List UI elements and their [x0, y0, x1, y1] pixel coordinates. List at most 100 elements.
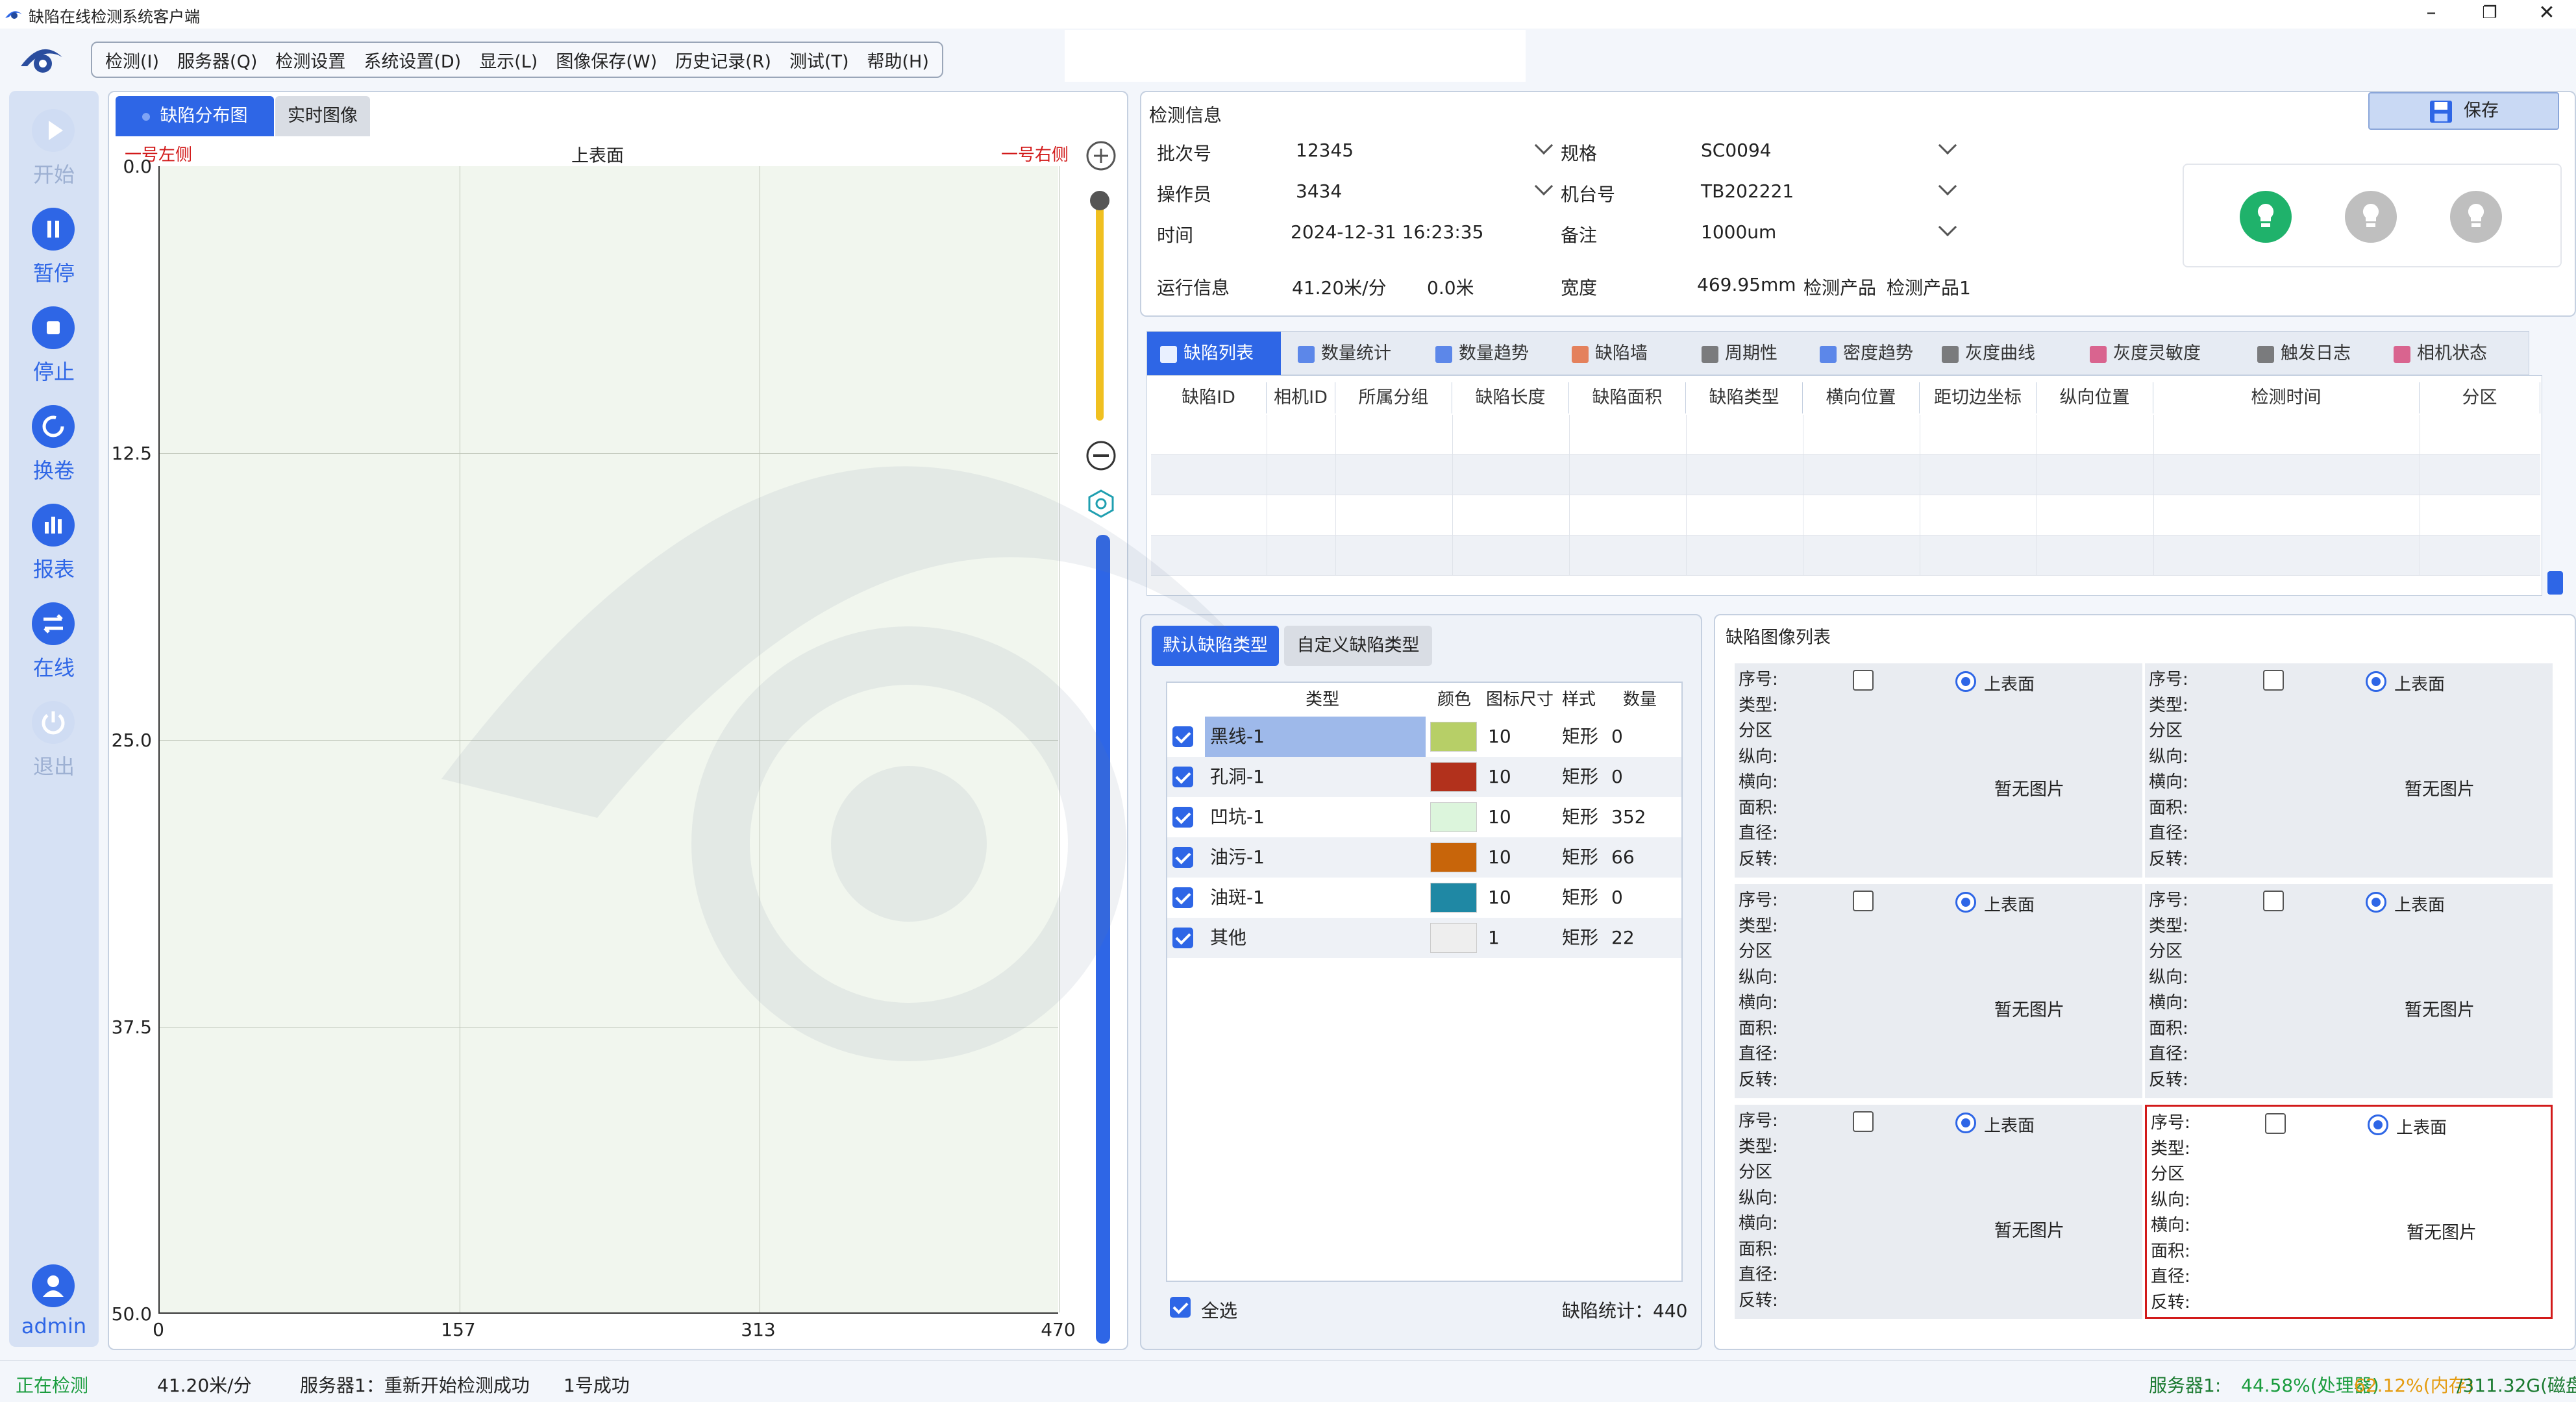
- table-header-9[interactable]: 检测时间: [2153, 382, 2420, 413]
- table-row[interactable]: [1151, 535, 2540, 576]
- menu-display[interactable]: 显示(L): [470, 47, 547, 73]
- table-header-1[interactable]: 相机ID: [1267, 382, 1335, 413]
- table-scrollbar[interactable]: [2547, 571, 2563, 595]
- card-checkbox[interactable]: [1853, 1111, 1874, 1132]
- nav-start-button[interactable]: 开始: [9, 104, 99, 195]
- reset-view-icon[interactable]: [1084, 487, 1118, 521]
- table-header-0[interactable]: 缺陷ID: [1151, 382, 1267, 413]
- tab-camera-status[interactable]: 相机状态: [2381, 332, 2517, 376]
- surface-radio[interactable]: [2366, 671, 2386, 692]
- menu-detect[interactable]: 检测(I): [96, 47, 168, 73]
- type-row[interactable]: 黑线-1 10 矩形 0: [1167, 717, 1681, 757]
- tab-default-types[interactable]: 默认缺陷类型: [1152, 626, 1279, 666]
- menu-image-save[interactable]: 图像保存(W): [547, 47, 666, 73]
- menu-test[interactable]: 测试(T): [780, 47, 858, 73]
- card-checkbox[interactable]: [1853, 670, 1874, 691]
- card-checkbox[interactable]: [2263, 891, 2284, 911]
- table-header-5[interactable]: 缺陷类型: [1686, 382, 1803, 413]
- tab-periodicity[interactable]: 周期性: [1689, 332, 1803, 376]
- machine-value[interactable]: TB202221: [1701, 180, 1794, 202]
- card-checkbox[interactable]: [2263, 670, 2284, 691]
- menu-server[interactable]: 服务器(Q): [168, 47, 266, 73]
- type-row[interactable]: 凹坑-1 10 矩形 352: [1167, 797, 1681, 837]
- table-header-3[interactable]: 缺陷长度: [1452, 382, 1569, 413]
- card-checkbox[interactable]: [2265, 1113, 2286, 1134]
- row-checkbox[interactable]: [1172, 887, 1193, 908]
- table-header-4[interactable]: 缺陷面积: [1569, 382, 1686, 413]
- row-checkbox[interactable]: [1172, 767, 1193, 787]
- defect-list-table[interactable]: 缺陷ID 相机ID 所属分组 缺陷长度 缺陷面积 缺陷类型 横向位置 距切边坐标 纵向位置 检测时…: [1146, 375, 2542, 596]
- remark-value[interactable]: 1000um: [1701, 221, 1776, 243]
- batch-value[interactable]: 12345: [1296, 140, 1354, 161]
- vertical-scrollbar[interactable]: [1096, 535, 1110, 1344]
- type-col-header[interactable]: 数量: [1600, 683, 1680, 717]
- row-checkbox[interactable]: [1172, 726, 1193, 747]
- nav-pause-button[interactable]: 暂停: [9, 203, 99, 293]
- type-col-header[interactable]: 颜色: [1427, 683, 1481, 717]
- zoom-slider-handle[interactable]: [1090, 191, 1109, 210]
- tab-trigger-log[interactable]: 触发日志: [2244, 332, 2377, 376]
- table-row[interactable]: [1151, 455, 2540, 495]
- color-swatch[interactable]: [1430, 842, 1477, 872]
- type-col-header[interactable]: 样式: [1558, 683, 1600, 717]
- defect-distribution-chart[interactable]: [158, 166, 1060, 1314]
- table-header-2[interactable]: 所属分组: [1335, 382, 1452, 413]
- menu-history[interactable]: 历史记录(R): [666, 47, 780, 73]
- table-header-8[interactable]: 纵向位置: [2037, 382, 2153, 413]
- menu-system-settings[interactable]: 系统设置(D): [354, 47, 470, 73]
- type-col-header[interactable]: 类型: [1206, 683, 1439, 717]
- user-profile[interactable]: admin: [9, 1259, 99, 1350]
- color-swatch[interactable]: [1430, 883, 1477, 913]
- defect-image-card[interactable]: 序号: 类型: 分区 纵向: 横向: 面积: 直径: 反转: 上表面 暂无图片: [2145, 663, 2553, 878]
- table-row[interactable]: [1151, 495, 2540, 535]
- color-swatch[interactable]: [1430, 923, 1477, 953]
- tab-gray-sensitivity[interactable]: 灰度灵敏度: [2077, 332, 2240, 376]
- tab-density-trend[interactable]: 密度趋势: [1807, 332, 1925, 376]
- surface-radio[interactable]: [1955, 1113, 1976, 1133]
- defect-image-card[interactable]: 序号: 类型: 分区 纵向: 横向: 面积: 直径: 反转: 上表面 暂无图片: [1735, 663, 2142, 878]
- nav-exit-button[interactable]: 退出: [9, 696, 99, 787]
- table-header-10[interactable]: 分区: [2420, 382, 2540, 413]
- nav-online-button[interactable]: 在线: [9, 597, 99, 688]
- defect-image-card[interactable]: 序号: 类型: 分区 纵向: 横向: 面积: 直径: 反转: 上表面 暂无图片: [1735, 1105, 2142, 1319]
- menu-detect-settings[interactable]: 检测设置: [266, 47, 354, 73]
- type-row[interactable]: 油污-1 10 矩形 66: [1167, 837, 1681, 878]
- defect-image-card[interactable]: 序号: 类型: 分区 纵向: 横向: 面积: 直径: 反转: 上表面 暂无图片: [1735, 884, 2142, 1098]
- defect-image-card[interactable]: 序号: 类型: 分区 纵向: 横向: 面积: 直径: 反转: 上表面 暂无图片: [2145, 884, 2553, 1098]
- select-all-checkbox[interactable]: [1170, 1297, 1191, 1318]
- tab-count-stats[interactable]: 数量统计: [1285, 332, 1418, 376]
- zoom-slider-track[interactable]: [1096, 196, 1104, 421]
- minimize-icon[interactable]: –: [2402, 0, 2460, 29]
- table-header-6[interactable]: 横向位置: [1803, 382, 1920, 413]
- nav-stop-button[interactable]: 停止: [9, 301, 99, 392]
- color-swatch[interactable]: [1430, 722, 1477, 752]
- surface-radio[interactable]: [2368, 1114, 2388, 1135]
- restore-icon[interactable]: ❐: [2460, 0, 2519, 29]
- card-checkbox[interactable]: [1853, 891, 1874, 911]
- nav-report-button[interactable]: 报表: [9, 498, 99, 589]
- tab-realtime-image[interactable]: 实时图像: [275, 96, 370, 136]
- type-col-header[interactable]: 图标尺寸: [1481, 683, 1558, 717]
- type-row[interactable]: 孔洞-1 10 矩形 0: [1167, 757, 1681, 797]
- tab-defect-wall[interactable]: 缺陷墙: [1559, 332, 1685, 376]
- save-button[interactable]: 保存: [2368, 92, 2559, 130]
- table-row[interactable]: [1151, 415, 2540, 455]
- row-checkbox[interactable]: [1172, 928, 1193, 948]
- surface-radio[interactable]: [1955, 892, 1976, 913]
- defect-image-card[interactable]: 序号: 类型: 分区 纵向: 横向: 面积: 直径: 反转: 上表面 暂无图片: [2145, 1105, 2553, 1319]
- row-checkbox[interactable]: [1172, 807, 1193, 828]
- operator-value[interactable]: 3434: [1296, 180, 1342, 202]
- spec-value[interactable]: SC0094: [1701, 140, 1772, 161]
- table-header-7[interactable]: 距切边坐标: [1920, 382, 2037, 413]
- type-row[interactable]: 油斑-1 10 矩形 0: [1167, 878, 1681, 918]
- type-row[interactable]: 其他 1 矩形 22: [1167, 918, 1681, 958]
- close-icon[interactable]: ✕: [2518, 0, 2576, 29]
- zoom-out-icon[interactable]: [1084, 439, 1118, 473]
- menu-help[interactable]: 帮助(H): [858, 47, 938, 73]
- surface-radio[interactable]: [1955, 671, 1976, 692]
- nav-change-roll-button[interactable]: 换卷: [9, 400, 99, 491]
- color-swatch[interactable]: [1430, 762, 1477, 792]
- tab-distribution[interactable]: 缺陷分布图: [116, 96, 274, 136]
- tab-custom-types[interactable]: 自定义缺陷类型: [1284, 626, 1432, 666]
- surface-radio[interactable]: [2366, 892, 2386, 913]
